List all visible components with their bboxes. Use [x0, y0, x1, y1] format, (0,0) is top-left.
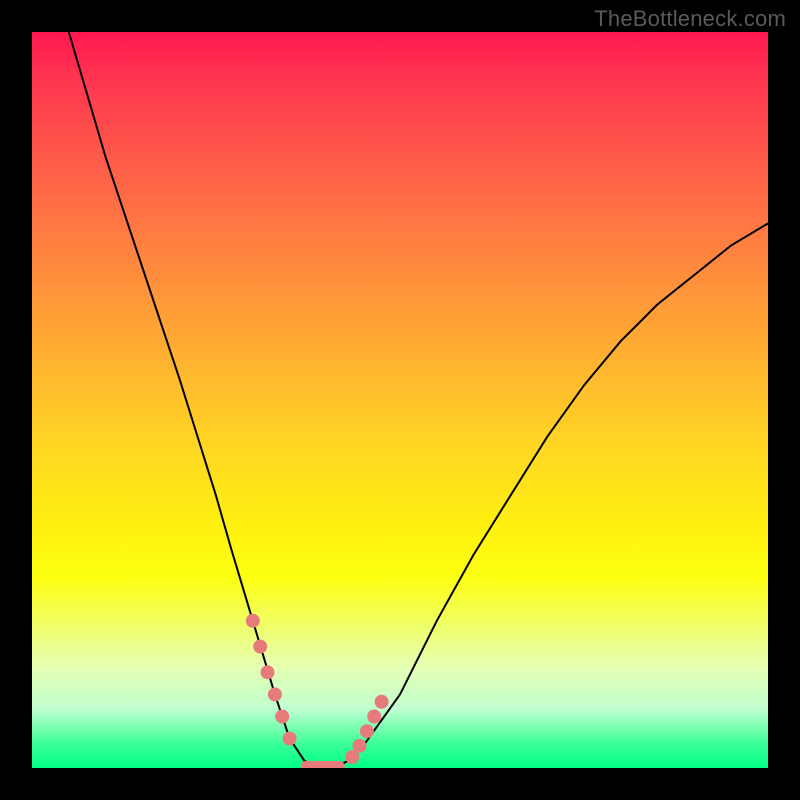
- plot-area: [32, 32, 768, 768]
- marker-point: [360, 724, 374, 738]
- chart-svg: [32, 32, 768, 768]
- marker-point: [375, 695, 389, 709]
- marker-point: [253, 640, 267, 654]
- marker-point: [268, 687, 282, 701]
- marker-point: [353, 739, 367, 753]
- bottleneck-curve: [69, 32, 768, 768]
- marker-point: [275, 710, 289, 724]
- marker-point: [367, 710, 381, 724]
- dip-band: [301, 761, 345, 768]
- chart-container: TheBottleneck.com: [0, 0, 800, 800]
- watermark-text: TheBottleneck.com: [594, 6, 786, 32]
- marker-point: [246, 614, 260, 628]
- marker-point: [261, 665, 275, 679]
- marker-point: [283, 732, 297, 746]
